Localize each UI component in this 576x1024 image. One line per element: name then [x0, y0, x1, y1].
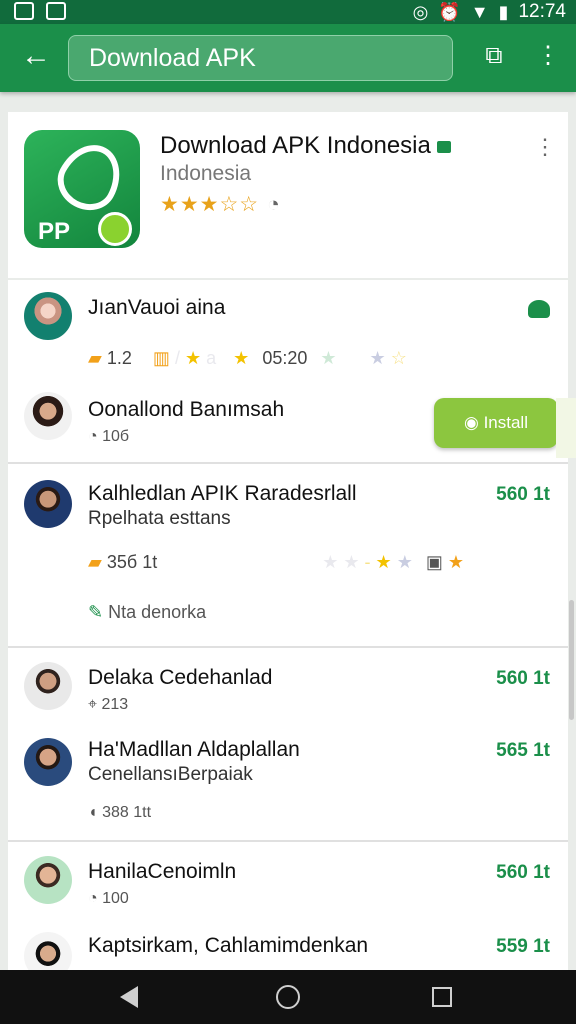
gear-icon: [98, 212, 132, 246]
price-label: 560 1t: [496, 668, 550, 689]
reviewer-name: JıanVauoi aina: [88, 296, 226, 319]
reviewer-name: Kalhledlan APIK Raradesrlall: [88, 482, 357, 505]
review-meta: ◔ 100: [88, 890, 129, 907]
clock-icon: ◔: [88, 428, 98, 445]
verified-icon: [436, 140, 451, 153]
app-logo: PP: [24, 130, 140, 248]
search-field[interactable]: Download APK: [68, 35, 453, 81]
install-button[interactable]: ◉ Install: [434, 398, 558, 448]
back-arrow-icon[interactable]: ←: [18, 38, 54, 74]
reviewer-name: HanilaCenoimln: [88, 860, 237, 883]
review-meta: ◔ 10б: [88, 428, 130, 445]
flag-icon: ▣: [425, 552, 443, 572]
reviewer-name: Oonallond Banımsah: [88, 398, 285, 421]
leaf-icon: [48, 133, 132, 221]
app-title: Download APK Indonesia: [160, 132, 451, 160]
app-subtitle: Indonesia: [160, 162, 252, 185]
pencil-icon: ✎: [88, 602, 104, 622]
more-vert-icon[interactable]: ⋮: [530, 38, 566, 74]
install-edge: [556, 398, 576, 458]
status-bar: ◎ ⏰ ▼ ▮ 12:74: [0, 0, 576, 24]
play-icon: [46, 2, 66, 20]
download-icon: ◉: [464, 413, 479, 432]
review-card: Delaka Cedehanlad ⌖ 213 560 1t Ha'Madlla…: [8, 648, 568, 840]
open-in-icon[interactable]: ⧉: [476, 38, 512, 74]
pin-icon: [528, 300, 550, 318]
reviewer-name: Kaptsirkam, Cahlamimdenkan: [88, 934, 369, 957]
app-bar: ← Download APK ⧉ ⋮: [0, 24, 576, 92]
price-label: 565 1t: [496, 740, 550, 761]
alarm-icon: ⏰: [438, 1, 461, 22]
review-meta: ◖ 388 1tt: [88, 804, 152, 821]
review-card: Kalhledlan APIK Raradesrlall Rpelhata es…: [8, 464, 568, 646]
bar-icon: ▥: [152, 348, 170, 368]
location-icon: ◎: [412, 1, 429, 22]
thumb-icon: ▰: [88, 348, 102, 368]
avatar: [24, 856, 72, 904]
scrollbar[interactable]: [569, 600, 574, 720]
reviewer-name: Delaka Cedehanlad: [88, 666, 273, 689]
tag-icon: ◖: [88, 804, 98, 821]
reviewer-name: Ha'Madllan Aldaplallan: [88, 738, 300, 761]
avatar: [24, 392, 72, 440]
system-nav-bar: [0, 970, 576, 1024]
note-row: ✎ Nta denorka: [88, 602, 207, 622]
reviewer-subtitle: CenellansıBerpaiak: [88, 764, 253, 785]
app-header-card[interactable]: PP Download APK Indonesia Indonesia ★★★☆…: [8, 112, 568, 278]
reviewer-subtitle: Rpelhata esttans: [88, 508, 231, 529]
clock-icon: ◔: [88, 890, 98, 907]
app-rating: ★★★☆☆ ◔: [160, 193, 281, 216]
location-pin-icon: ⌖: [88, 696, 98, 713]
price-label: 559 1t: [496, 936, 550, 957]
avatar: [24, 292, 72, 340]
price-label: 560 1t: [496, 862, 550, 883]
rating-row: ▰ 1.2 ▥ / ★ a ★ 05:20 ★ ★ ☆: [88, 348, 407, 368]
avatar: [24, 662, 72, 710]
nav-back-icon[interactable]: [120, 986, 138, 1008]
price-label: 560 1t: [496, 484, 550, 505]
avatar: [24, 480, 72, 528]
review-meta: ⌖ 213: [88, 696, 129, 713]
notification-icon: [14, 2, 34, 20]
review-card: HanilaCenoimln ◔ 100 560 1t Kaptsirkam, …: [8, 842, 568, 980]
rating-row: ▰ 35б 1t ★ ★ - ★ ★ ▣ ★: [88, 552, 465, 572]
nav-home-icon[interactable]: [276, 985, 300, 1009]
thumb-icon: ▰: [88, 552, 102, 572]
battery-icon: ▮: [498, 1, 509, 22]
more-vert-icon[interactable]: ⋮: [534, 134, 556, 160]
clock-icon: ◔: [267, 193, 281, 216]
status-time: 12:74: [518, 1, 566, 22]
wifi-icon: ▼: [470, 1, 489, 22]
nav-recent-icon[interactable]: [432, 987, 452, 1007]
avatar: [24, 738, 72, 786]
